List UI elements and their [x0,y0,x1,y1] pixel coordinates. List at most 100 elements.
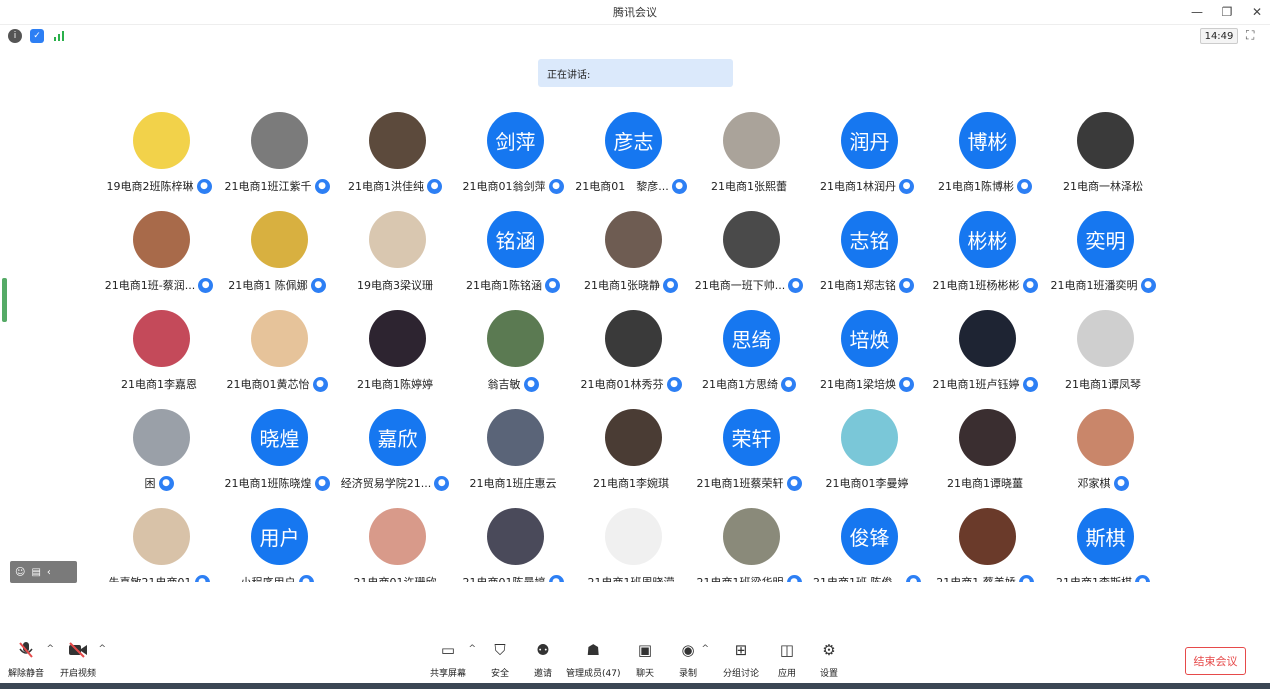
participant-tile[interactable]: 俊锋 21电商1班 陈俊...● [808,504,926,582]
participant-tile[interactable]: 志铭 21电商1郑志铭 ● [808,207,926,302]
mic-icon: ● [666,376,682,392]
participant-tile[interactable]: 培焕 21电商1梁培焕 ● [808,306,926,401]
restore-icon[interactable]: ❐ [1220,5,1234,19]
participant-avatar [1077,112,1134,169]
participant-name-row: 21电商1林润丹 ● [808,178,926,194]
participant-tile[interactable]: 奕明 21电商1班潘奕明 ● [1044,207,1162,302]
collapse-icon[interactable]: ‹ [47,567,51,578]
close-icon[interactable]: ✕ [1250,5,1264,19]
participant-avatar: 博彬 [959,112,1016,169]
participant-tile[interactable]: 21电商1谭晓薑 [926,405,1044,500]
participant-tile[interactable]: 剑萍 21电商01翁剑萍 ● [454,108,572,203]
signal-icon[interactable] [52,29,66,43]
participant-tile[interactable]: 21电商01李曼婷 [808,405,926,500]
participant-name: 困 [144,477,156,490]
security-shield-icon: ⛉ [494,641,506,659]
chat-button[interactable]: ▣ 聊天 [634,640,656,679]
participant-tile[interactable]: 朱喜敏21电商01● [100,504,218,582]
chevron-up-icon[interactable]: ^ [46,644,54,654]
participant-name: 21电商01陈曼婷 [463,574,546,582]
participant-tile[interactable]: 嘉欣 经济贸易学院21... ● [336,405,454,500]
participant-tile[interactable]: 彦志 21电商01 黎彦... ● [572,108,690,203]
participant-tile[interactable]: 用户小程序用户● [218,504,336,582]
minimize-icon[interactable]: — [1190,5,1204,19]
window-title: 腾讯会议 [613,6,657,19]
participant-tile[interactable]: 21电商1班梁华明● [690,504,808,582]
fullscreen-icon[interactable]: ⛶ [1246,28,1260,42]
participant-tile[interactable]: 21电商1班江紫千 ● [218,108,336,203]
security-button[interactable]: ⛉ 安全 [489,640,511,679]
participant-tile[interactable]: 21电商01黄芯怡 ● [218,306,336,401]
participant-avatar [369,112,426,169]
participant-name-row: 21电商1张熙蕾 [690,178,808,194]
end-meeting-button[interactable]: 结束会议 [1185,647,1246,675]
info-icon[interactable]: i [8,29,22,43]
participant-tile[interactable]: 21电商1张晓静 ● [572,207,690,302]
mic-icon: ● [788,277,804,293]
participant-name: 21电商1班蔡荣轩 [696,477,784,490]
settings-button[interactable]: ⚙ 设置 [818,640,840,679]
participant-tile[interactable]: 思绮 21电商1方思绮 ● [690,306,808,401]
record-button[interactable]: ◉ 录制 ^ [677,640,709,679]
participant-tile[interactable]: 晓煌 21电商1班陈晓煌 ● [218,405,336,500]
members-button[interactable]: ☗ 管理成员(47) [566,640,620,679]
apps-icon: ◫ [779,641,795,659]
mic-icon: ● [1017,178,1032,194]
participant-tile[interactable]: 斯棋 21电商1李斯棋● [1044,504,1162,582]
keyboard-icon[interactable]: ▤ [31,567,40,578]
mic-icon: ● [196,178,212,194]
participant-tile[interactable]: 困 ● [100,405,218,500]
participant-tile[interactable]: 21电商一林泽松 [1044,108,1162,203]
participant-name: 21电商一林泽松 [1063,180,1143,193]
participant-tile[interactable]: 荣轩 21电商1班蔡荣轩 ● [690,405,808,500]
participant-tile[interactable]: 19电商2班陈梓琳 ● [100,108,218,203]
unmute-button[interactable]: 解除静音 ^ [8,640,54,679]
participant-tile[interactable]: 21电商01陈曼婷● [454,504,572,582]
participant-tile[interactable]: 博彬 21电商1陈博彬 ● [926,108,1044,203]
chevron-up-icon[interactable]: ^ [98,644,106,654]
participant-avatar: 铭涵 [487,211,544,268]
participant-tile[interactable]: 翁吉敏 ● [454,306,572,401]
participant-tile[interactable]: 21电商1李嘉恩 [100,306,218,401]
participant-tile[interactable]: 邓家棋 ● [1044,405,1162,500]
participant-name-row: 21电商1班潘奕明 ● [1044,277,1162,293]
side-handle[interactable] [2,278,7,322]
participant-tile[interactable]: 21电商一班下帅... ● [690,207,808,302]
participant-tile[interactable]: 润丹 21电商1林润丹 ● [808,108,926,203]
participant-name: 21电商1班卢钰婷 [932,378,1020,391]
apps-button[interactable]: ◫ 应用 [776,640,798,679]
participant-name: 21电商1陈铭涵 [466,279,542,292]
participant-avatar: 嘉欣 [369,409,426,466]
breakout-button[interactable]: ⊞ 分组讨论 [723,640,759,679]
mic-icon: ● [1018,574,1034,582]
participant-tile[interactable]: 21电商01许珊欣 [336,504,454,582]
chevron-up-icon[interactable]: ^ [468,644,476,654]
shield-icon[interactable]: ✓ [30,29,44,43]
participant-name-row: 小程序用户● [218,574,336,582]
participant-tile[interactable]: 21电商1 蔡美娇● [926,504,1044,582]
participant-tile[interactable]: 21电商01林秀芬 ● [572,306,690,401]
participant-name: 21电商01翁剑萍 [462,180,546,193]
participant-tile[interactable]: 21电商1班庄惠云 [454,405,572,500]
participant-tile[interactable]: 21电商1班卢钰婷 ● [926,306,1044,401]
participant-tile[interactable]: 21电商1洪佳纯 ● [336,108,454,203]
participant-tile[interactable]: 21电商1李婉琪 [572,405,690,500]
chevron-up-icon[interactable]: ^ [701,644,709,654]
participant-tile[interactable]: 21电商1班-蔡润... ● [100,207,218,302]
participant-name-row: 21电商一班下帅... ● [690,277,808,293]
share-screen-button[interactable]: ▭ 共享屏幕 ^ [430,640,476,679]
participant-tile[interactable]: 21电商1班周晓滢 [572,504,690,582]
participant-tile[interactable]: 21电商1张熙蕾 [690,108,808,203]
participant-tile[interactable]: 21电商1谭凤琴 [1044,306,1162,401]
invite-button[interactable]: ⚉ 邀请 [532,640,554,679]
participant-tile[interactable]: 铭涵 21电商1陈铭涵 ● [454,207,572,302]
participant-tile[interactable]: 21电商1 陈佩娜 ● [218,207,336,302]
participant-tile[interactable]: 21电商1陈婷婷 [336,306,454,401]
emoji-icon[interactable]: ☺ [15,567,25,578]
participant-name-row: 21电商1谭晓薑 [926,475,1044,491]
participant-name-row: 19电商2班陈梓琳 ● [100,178,218,194]
participant-tile[interactable]: 19电商3梁议珊 [336,207,454,302]
video-button[interactable]: 开启视频 ^ [60,640,106,679]
participant-avatar [133,508,190,565]
participant-tile[interactable]: 彬彬 21电商1班杨彬彬 ● [926,207,1044,302]
